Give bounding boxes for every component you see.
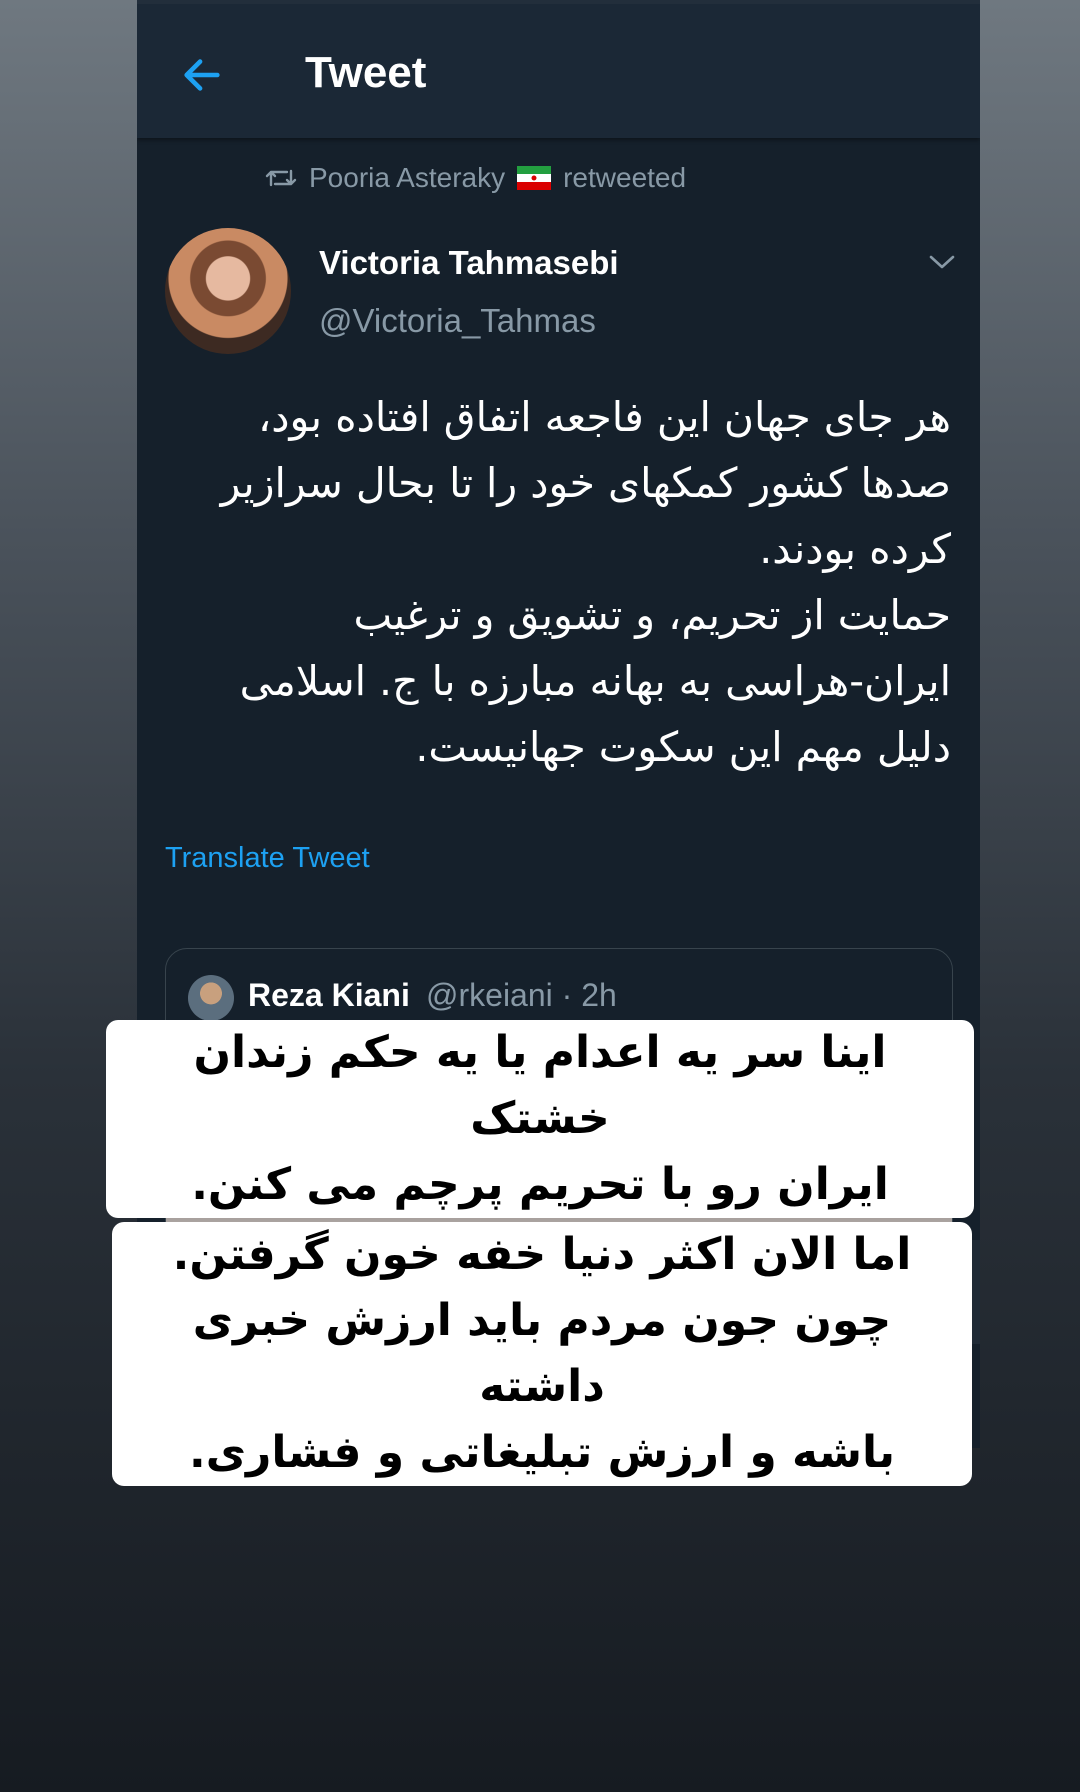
author-avatar[interactable]: [165, 228, 291, 354]
caption-line: چون جون مردم باید ارزش خبری داشته: [192, 1295, 892, 1412]
tweet-text: هر جای جهان این فاجعه اتفاق افتاده بود، …: [220, 393, 951, 771]
arrow-left-icon[interactable]: [179, 52, 225, 98]
iran-flag-icon: [517, 166, 552, 190]
retweeted-label: retweeted: [563, 162, 687, 193]
caption-line: اما الان اکثر دنیا خفه خون گرفتن.: [172, 1229, 912, 1280]
retweet-row: Pooria Asteraky retweeted: [265, 162, 686, 194]
story-caption-first: اینا سر یه اعدام یا یه حکم زندان خشتک ای…: [106, 1020, 974, 1218]
author-name[interactable]: Victoria Tahmasebi: [319, 244, 619, 282]
retweet-icon: [265, 169, 297, 187]
quoted-author-handle: @rkeiani · 2h: [426, 977, 617, 1013]
story-caption-second: اما الان اکثر دنیا خفه خون گرفتن. چون جو…: [112, 1222, 972, 1486]
chevron-down-icon[interactable]: [927, 252, 957, 272]
top-bar: Tweet: [137, 0, 980, 138]
caption-line: اینا سر یه اعدام یا یه حکم زندان خشتک: [193, 1027, 887, 1144]
page-title: Tweet: [305, 48, 427, 97]
quoted-author-avatar: [188, 975, 234, 1021]
translate-tweet-link[interactable]: Translate Tweet: [165, 842, 370, 875]
caption-line: ایران رو با تحریم پرچم می کنن.: [191, 1159, 889, 1210]
author-handle[interactable]: @Victoria_Tahmas: [319, 302, 596, 340]
retweeter-name[interactable]: Pooria Asteraky: [309, 162, 505, 194]
quoted-author-name: Reza Kiani: [248, 977, 410, 1013]
caption-line: باشه و ارزش تبلیغاتی و فشاری.: [188, 1427, 896, 1478]
